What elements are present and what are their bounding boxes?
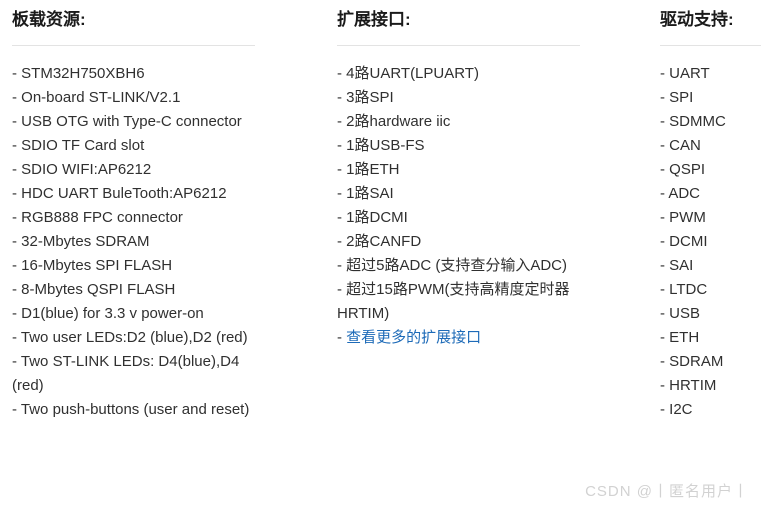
spec-list-item: - LTDC xyxy=(660,281,708,298)
column-onboard-resources: 板载资源: - STM32H750XBH6 - On-board ST-LINK/… xyxy=(12,0,255,422)
spec-list-item: - Two ST-LINK LEDs: D4(blue),D4 (red) xyxy=(12,353,240,394)
spec-list-item: - CAN xyxy=(660,137,701,154)
spec-list-item: - SDIO WIFI:AP6212 xyxy=(12,161,152,178)
spec-list-item: - D1(blue) for 3.3 v power-on xyxy=(12,305,204,322)
spec-list-item: - 超过15路PWM(支持高精度定时器HRTIM) xyxy=(337,281,570,322)
spec-list-item: - DCMI xyxy=(660,233,708,250)
csdn-watermark: CSDN @丨匿名用户丨 xyxy=(585,483,749,500)
spec-list-expansion: - 4路UART(LPUART) - 3路SPI - 2路hardware iic -… xyxy=(337,62,580,350)
spec-list-item: - 32-Mbytes SDRAM xyxy=(12,233,150,250)
spec-list-item: - PWM xyxy=(660,209,706,226)
spec-list-item: - I2C xyxy=(660,401,693,418)
spec-list-item: - Two push-buttons (user and reset) xyxy=(12,401,250,418)
spec-list-item: - 1路ETH xyxy=(337,161,400,178)
spec-list-item-link: - 查看更多的扩展接口 xyxy=(337,326,580,350)
list-dash: - xyxy=(337,329,347,346)
spec-list-item: - 2路hardware iic xyxy=(337,113,451,130)
spec-list-item: - UART xyxy=(660,65,710,82)
spec-list-item: - USB OTG with Type-C connector xyxy=(12,113,242,130)
spec-list-item: - 8-Mbytes QSPI FLASH xyxy=(12,281,176,298)
column-heading-expansion-interfaces: 扩展接口: xyxy=(337,10,411,29)
column-heading-onboard-resources: 板载资源: xyxy=(12,10,86,29)
column-driver-support: 驱动支持: - UART - SPI - SDMMC - CAN - QSPI - ADC… xyxy=(660,0,761,422)
spec-list-item: - HRTIM xyxy=(660,377,717,394)
spec-list-item: - RGB888 FPC connector xyxy=(12,209,183,226)
spec-list-item: - 4路UART(LPUART) xyxy=(337,65,479,82)
spec-list-item: - 1路USB-FS xyxy=(337,137,425,154)
spec-list-item: - 3路SPI xyxy=(337,89,394,106)
column-heading-driver-support: 驱动支持: xyxy=(660,10,734,29)
spec-list-item: - SDRAM xyxy=(660,353,724,370)
heading-divider-expansion xyxy=(337,45,580,46)
heading-divider-onboard xyxy=(12,45,255,46)
spec-columns-page: 板载资源: - STM32H750XBH6 - On-board ST-LINK/… xyxy=(0,0,761,509)
spec-list-item: - SDMMC xyxy=(660,113,726,130)
spec-list-item: - QSPI xyxy=(660,161,706,178)
spec-list-item: - 16-Mbytes SPI FLASH xyxy=(12,257,173,274)
spec-list-item: - 1路DCMI xyxy=(337,209,408,226)
spec-list-item: - SDIO TF Card slot xyxy=(12,137,145,154)
spec-list-item: - USB xyxy=(660,305,701,322)
spec-list-item: - On-board ST-LINK/V2.1 xyxy=(12,89,181,106)
spec-list-item: - 超过5路ADC (支持查分输入ADC) xyxy=(337,257,568,274)
spec-list-item: - STM32H750XBH6 xyxy=(12,65,145,82)
view-more-expansion-interfaces-link[interactable]: 查看更多的扩展接口 xyxy=(346,329,481,346)
spec-list-onboard: - STM32H750XBH6 - On-board ST-LINK/V2.1 - … xyxy=(12,62,255,422)
spec-list-item: - ADC xyxy=(660,185,701,202)
spec-list-item: - Two user LEDs:D2 (blue),D2 (red) xyxy=(12,329,248,346)
heading-divider-driver xyxy=(660,45,761,46)
spec-list-item: - 1路SAI xyxy=(337,185,394,202)
spec-list-item: - ETH xyxy=(660,329,700,346)
column-expansion-interfaces: 扩展接口: - 4路UART(LPUART) - 3路SPI - 2路hardwar… xyxy=(337,0,580,350)
spec-list-driver: - UART - SPI - SDMMC - CAN - QSPI - ADC - PWM -… xyxy=(660,62,761,422)
spec-list-item: - SAI xyxy=(660,257,694,274)
spec-list-item: - HDC UART BuleTooth:AP6212 xyxy=(12,185,227,202)
spec-list-item: - 2路CANFD xyxy=(337,233,422,250)
spec-list-item: - SPI xyxy=(660,89,694,106)
